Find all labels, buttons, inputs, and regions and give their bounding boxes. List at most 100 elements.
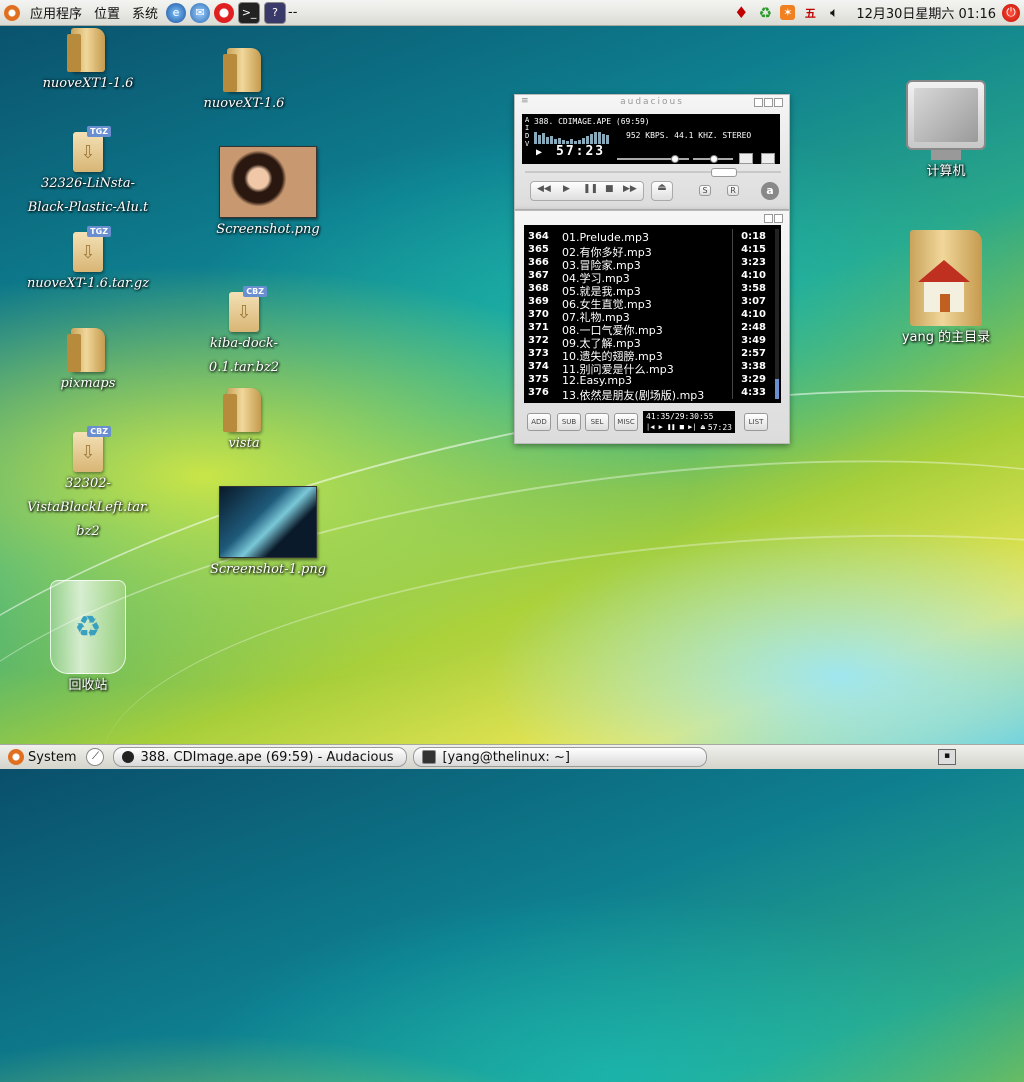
help-icon[interactable]: ? — [264, 1, 287, 24]
playlist-row[interactable]: 364 01.Prelude.mp3 0:18 — [524, 231, 772, 244]
minimize-button[interactable] — [754, 98, 763, 107]
terminal-icon[interactable]: >_ — [238, 1, 261, 24]
playlist-scrollbar[interactable] — [775, 229, 779, 399]
desktop-icon-computer[interactable]: 计算机 — [876, 80, 1016, 184]
menu-system[interactable]: 系统 — [126, 0, 164, 25]
pause-button[interactable]: ❚❚ — [583, 184, 598, 194]
taskbar-terminal[interactable]: [yang@thelinux: ~] — [413, 747, 708, 767]
desktop-icon-label: kiba-dock-0.1.tar.bz2 — [208, 336, 280, 375]
audacious-title: audacious — [620, 97, 684, 107]
playlist-row[interactable]: 370 07.礼物.mp3 4:10 — [524, 309, 772, 324]
archive-tag: CBZ — [243, 286, 267, 297]
play-state-icon: ▶ — [536, 147, 543, 158]
playlist-toggle[interactable] — [761, 153, 775, 164]
eject-button[interactable]: ⏏ — [651, 181, 673, 201]
menu-places[interactable]: 位置 — [88, 0, 126, 25]
previous-button[interactable]: ◀◀ — [537, 184, 551, 194]
desktop-icon-label: 计算机 — [926, 164, 966, 179]
close-button[interactable] — [774, 98, 783, 107]
playlist-time: 57:23 — [707, 423, 732, 432]
spectrum-visualizer — [534, 130, 610, 144]
playlist-row[interactable]: 373 10.遗失的翅膀.mp3 2:57 — [524, 348, 772, 363]
update-icon[interactable]: ✶ — [780, 5, 796, 20]
audacious-main-window[interactable]: ≡ audacious AIDV 388. CDIMAGE.APE (69:59… — [514, 94, 790, 210]
taskbar-audacious[interactable]: 388. CDImage.ape (69:59) - Audacious — [113, 747, 408, 767]
audacious-logo-icon[interactable]: a — [761, 182, 779, 200]
audacious-menu-icon[interactable]: ≡ — [521, 96, 531, 106]
ruby-icon[interactable]: ♦ — [732, 3, 750, 22]
archive-icon: ⇩ CBZ — [229, 286, 267, 332]
playlist-sub-button[interactable]: SUB — [557, 413, 581, 431]
desktop-icon-label: yang 的主目录 — [901, 330, 991, 345]
playlist-row[interactable]: 365 02.有你多好.mp3 4:15 — [524, 244, 772, 259]
desktop-icon-folder[interactable]: vista — [174, 388, 314, 456]
recycle-icon[interactable]: ♻ — [756, 4, 774, 22]
folder-icon — [67, 28, 105, 72]
audacious-playlist-window[interactable]: 364 01.Prelude.mp3 0:18 365 02.有你多好.mp3 4:15… — [514, 210, 790, 444]
playlist-shade-button[interactable] — [764, 214, 773, 223]
desktop-icon-folder[interactable]: nuoveXT1-1.6 — [18, 28, 158, 96]
shuffle-toggle[interactable]: S — [699, 185, 711, 196]
desktop-icon-archive[interactable]: ⇩ CBZ 32302-VistaBlackLeft.tar.bz2 — [18, 426, 158, 544]
equalizer-toggle[interactable] — [739, 153, 753, 164]
thunderbird-icon[interactable]: ✉ — [190, 2, 211, 23]
archive-icon: ⇩ TGZ — [73, 126, 111, 172]
volume-slider[interactable] — [617, 155, 689, 163]
playlist-row[interactable]: 369 06.女生直觉.mp3 3:07 — [524, 296, 772, 311]
ubuntu-logo-icon[interactable] — [4, 4, 20, 21]
balance-slider[interactable] — [693, 155, 733, 163]
playlist-total-time: 41:35/29:30:55 — [646, 412, 714, 421]
desktop-icon-archive[interactable]: ⇩ TGZ nuoveXT-1.6.tar.gz — [18, 226, 158, 296]
playlist-close-button[interactable] — [774, 214, 783, 223]
next-button[interactable]: ▶▶ — [623, 184, 637, 194]
playlist-add-button[interactable]: ADD — [527, 413, 551, 431]
repeat-toggle[interactable]: R — [727, 185, 739, 196]
playlist-row[interactable]: 374 11.别问爱是什么.mp3 3:38 — [524, 361, 772, 376]
playlist-row[interactable]: 366 03.冒险家.mp3 3:23 — [524, 257, 772, 272]
desktop-icon-image[interactable]: Screenshot.png — [198, 146, 338, 242]
archive-tag: TGZ — [87, 226, 111, 237]
show-desktop-button[interactable]: ▪ — [938, 749, 956, 765]
playlist-sel-button[interactable]: SEL — [585, 413, 609, 431]
desktop-icon-trash[interactable]: ♻ 回收站 — [18, 580, 158, 698]
desktop-icon-folder[interactable]: pixmaps — [18, 328, 158, 396]
desktop-icon-image[interactable]: Screenshot-1.png — [198, 486, 338, 582]
bitrate-info: 952 KBPS. 44.1 KHZ. STEREO — [626, 131, 752, 140]
mini-transport[interactable]: |◀ ▶ ❚❚ ■ ▶| ⏏ — [646, 423, 705, 431]
input-method-icon[interactable]: 五 — [801, 4, 819, 22]
clock[interactable]: 12月30日星期六 01:16 — [846, 3, 1002, 22]
seek-bar[interactable] — [525, 168, 781, 177]
playlist-list-button[interactable]: LIST — [744, 413, 768, 431]
folder-icon — [67, 328, 105, 372]
desktop-icon-archive[interactable]: ⇩ TGZ 32326-LiNsta-Black-Plastic-Alu.t — [18, 126, 158, 220]
playlist-row[interactable]: 375 12.Easy.mp3 3:29 — [524, 374, 772, 387]
playlist-row[interactable]: 368 05.就是我.mp3 3:58 — [524, 283, 772, 298]
playlist-info-display: 41:35/29:30:55 |◀ ▶ ❚❚ ■ ▶| ⏏ 57:23 — [643, 411, 735, 433]
desktop-icon-home[interactable]: yang 的主目录 — [876, 230, 1016, 350]
playlist[interactable]: 364 01.Prelude.mp3 0:18 365 02.有你多好.mp3 4:15… — [524, 225, 781, 403]
task-label: [yang@thelinux: ~] — [442, 749, 570, 765]
power-icon[interactable]: ⏻ — [1002, 3, 1020, 22]
browser-icon[interactable]: e — [166, 2, 187, 23]
screenshot-thumbnail — [219, 146, 317, 218]
help-lifebuoy-icon[interactable] — [214, 2, 235, 23]
desktop-icon-label: vista — [228, 436, 260, 451]
playlist-row[interactable]: 372 09.太了解.mp3 3:49 — [524, 335, 772, 350]
menu-applications[interactable]: 应用程序 — [24, 0, 88, 25]
system-menu-button[interactable]: System — [28, 750, 76, 765]
shade-button[interactable] — [764, 98, 773, 107]
panel-separator: -- — [288, 5, 298, 20]
playlist-row[interactable]: 371 08.一口气爱你.mp3 2:48 — [524, 322, 772, 337]
play-button[interactable]: ▶ — [563, 184, 570, 194]
volume-icon[interactable]: 🔈︎ — [825, 4, 843, 22]
playlist-misc-button[interactable]: MISC — [614, 413, 638, 431]
ubuntu-logo-icon[interactable] — [8, 749, 24, 765]
time-display[interactable]: 57:23 — [556, 144, 605, 159]
audacious-titlebar[interactable]: ≡ audacious — [515, 95, 789, 109]
stop-button[interactable]: ■ — [605, 184, 614, 194]
desktop-icon-archive[interactable]: ⇩ CBZ kiba-dock-0.1.tar.bz2 — [174, 286, 314, 380]
desktop-icon-folder[interactable]: nuoveXT-1.6 — [174, 48, 314, 116]
playlist-row[interactable]: 367 04.学习.mp3 4:10 — [524, 270, 772, 285]
clock-applet-icon[interactable]: ⟋ — [86, 748, 105, 766]
playlist-row[interactable]: 376 13.依然是朋友(剧场版).mp3 4:33 — [524, 387, 772, 402]
